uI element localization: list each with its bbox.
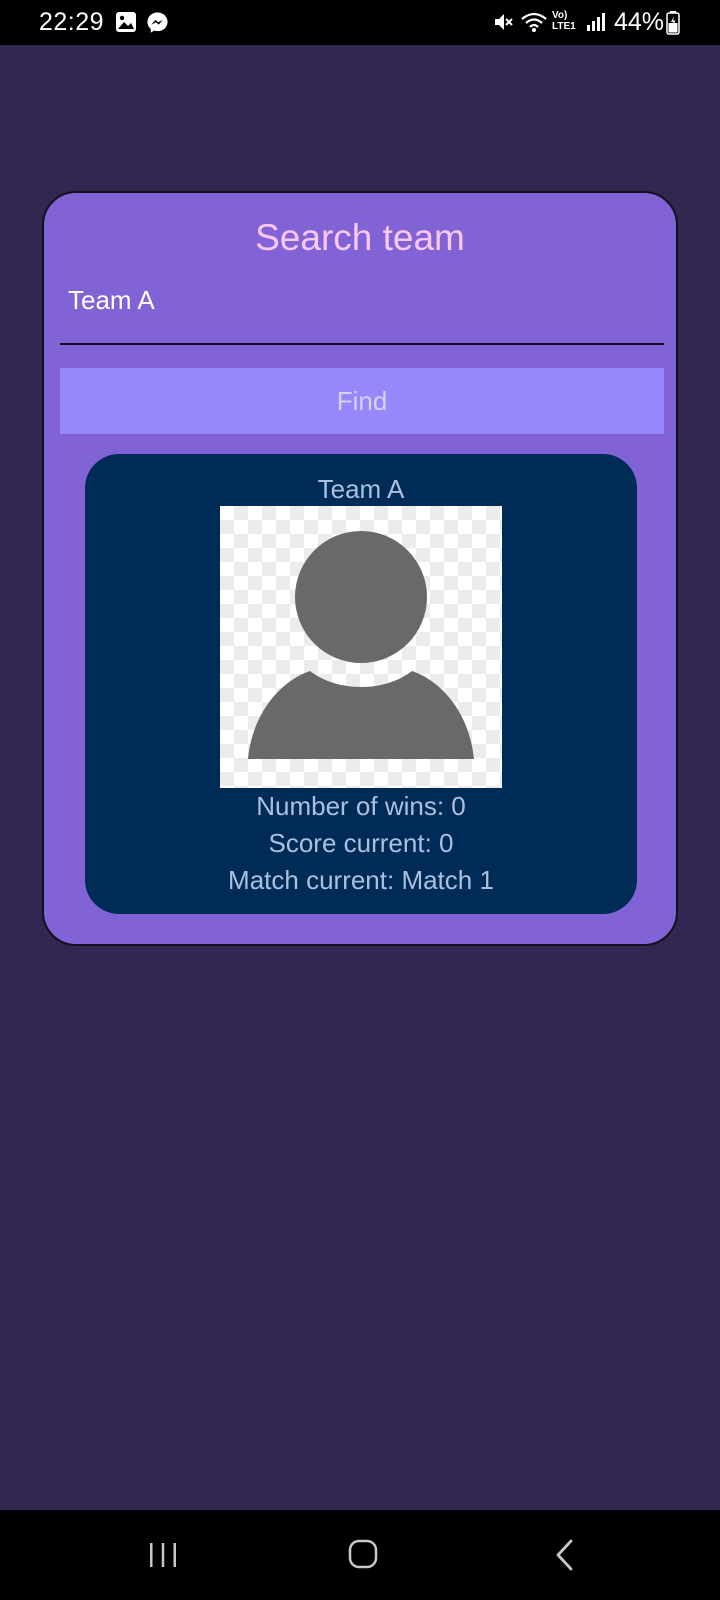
- search-title: Search team: [255, 217, 465, 258]
- messenger-icon: [146, 11, 169, 39]
- image-icon: [115, 11, 137, 38]
- wins-text: Number of wins: 0: [256, 791, 466, 821]
- wifi-icon: [520, 11, 548, 38]
- back-icon[interactable]: [536, 1530, 596, 1580]
- team-search-input[interactable]: [60, 271, 664, 345]
- team-result-panel: Team A Number of wins: 0 Score current: …: [85, 454, 637, 914]
- search-card: Search team Find Team A Number of wins: …: [42, 191, 678, 946]
- team-avatar: [220, 506, 502, 788]
- battery-percent: 44%: [614, 8, 665, 36]
- battery-icon: [666, 11, 680, 40]
- home-icon[interactable]: [333, 1530, 393, 1580]
- person-icon: [248, 531, 474, 759]
- status-bar: 22:29 Vo) LTE1 44%: [0, 0, 720, 45]
- recent-apps-icon[interactable]: [133, 1530, 193, 1580]
- match-text: Match current: Match 1: [228, 865, 494, 895]
- result-team-name: Team A: [317, 474, 405, 504]
- score-text: Score current: 0: [268, 828, 454, 858]
- network-label: Vo) LTE1: [552, 10, 576, 32]
- signal-icon: [585, 11, 607, 38]
- mute-icon: [492, 11, 514, 38]
- navigation-bar: [0, 1510, 720, 1600]
- find-button[interactable]: Find: [60, 368, 664, 434]
- status-time: 22:29: [39, 8, 105, 36]
